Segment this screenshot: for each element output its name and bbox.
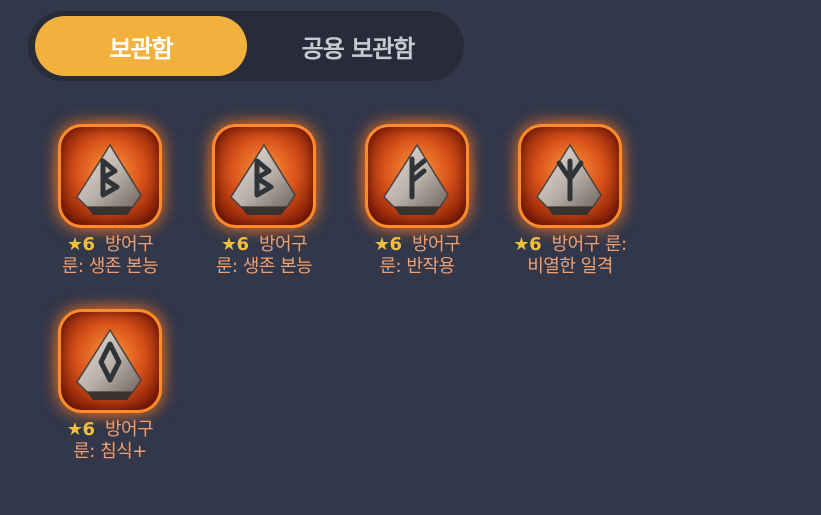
rune-item-icon — [506, 112, 634, 240]
rune-ingwaz-icon — [76, 328, 142, 400]
grade-star-icon: ★ — [66, 234, 83, 255]
rune-fehu-icon — [383, 143, 449, 215]
item-name-line2: 룬: 생존 본능 — [61, 256, 159, 277]
item-name-line2: 룬: 생존 본능 — [215, 256, 313, 277]
rune-item-icon — [46, 297, 174, 425]
rune-berkana-icon — [230, 143, 296, 215]
grade-star-icon: ★ — [513, 234, 530, 255]
rune-algiz-icon — [536, 143, 602, 215]
storage-tab-bar: 보관함 공용 보관함 — [28, 11, 464, 81]
tab-shared-storage[interactable]: 공용 보관함 — [258, 16, 458, 76]
item-name-line2: 룬: 침식+ — [73, 441, 147, 462]
rune-item[interactable]: ★6 방어구 룬: 생존 본능 — [194, 112, 334, 278]
rune-item[interactable]: ★6 방어구 룬: 반작용 — [347, 112, 487, 278]
rune-item-icon — [200, 112, 328, 240]
rune-item-icon — [46, 112, 174, 240]
rune-item[interactable]: ★6 방어구 룬: 침식+ — [40, 297, 180, 463]
item-name-line2: 비열한 일격 — [527, 256, 613, 277]
rune-item[interactable]: ★6 방어구 룬: 생존 본능 — [40, 112, 180, 278]
grade-value: 6 — [529, 234, 542, 255]
rune-item[interactable]: ★6 방어구 룬: 비열한 일격 — [500, 112, 640, 278]
grade-star-icon: ★ — [373, 234, 390, 255]
item-name-line2: 룬: 반작용 — [379, 256, 455, 277]
tab-storage[interactable]: 보관함 — [35, 16, 247, 76]
rune-item-icon — [353, 112, 481, 240]
rune-berkana-icon — [76, 143, 142, 215]
grade-star-icon: ★ — [220, 234, 237, 255]
grade-star-icon: ★ — [66, 419, 83, 440]
